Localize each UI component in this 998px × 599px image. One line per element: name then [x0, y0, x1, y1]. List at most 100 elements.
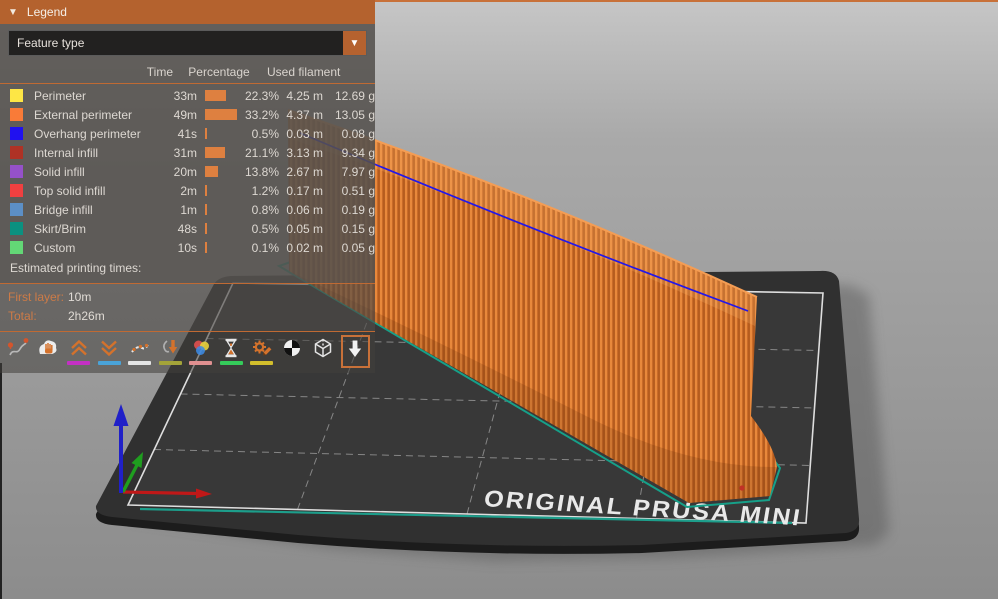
seams-icon[interactable]: [127, 336, 153, 365]
custom-gcodes-icon[interactable]: [249, 336, 275, 365]
feature-filament-weight: 9.34 g: [341, 145, 375, 160]
feature-filament-weight: 0.15 g: [341, 221, 375, 236]
feature-percent: 0.1%: [251, 240, 279, 255]
feature-filament-length: 4.25 m: [286, 88, 323, 103]
feature-color-swatch: [10, 222, 23, 235]
feature-color-swatch: [10, 165, 23, 178]
feature-percent: 0.5%: [251, 221, 279, 236]
feature-percent: 1.2%: [251, 183, 279, 198]
feature-percentage-bar: [205, 128, 239, 139]
legend-toolbar-section: [0, 332, 375, 373]
col-percentage: Percentage: [188, 64, 250, 79]
feature-time: 10s: [177, 240, 197, 255]
feature-percent: 22.3%: [244, 88, 279, 103]
center-of-gravity-icon[interactable]: [280, 336, 306, 365]
legend-panel: ▼ Legend Feature type ▼ Time Percentage …: [0, 0, 375, 373]
feature-percentage-bar: [205, 109, 239, 120]
shells-icon[interactable]: [310, 336, 336, 365]
feature-row: Top solid infill 2m 1.2% 0.17 m 0.51 g: [0, 181, 375, 200]
first-layer-value: 10m: [68, 289, 92, 304]
col-used-filament: Used filament: [267, 64, 341, 79]
feature-time: 49m: [173, 107, 197, 122]
feature-percentage-bar: [205, 185, 239, 196]
feature-filament-weight: 0.19 g: [341, 202, 375, 217]
total-label: Total:: [8, 308, 37, 323]
legend-body: Feature type ▼ Time Percentage Used fila…: [0, 24, 375, 284]
collapse-icon[interactable]: ▼: [8, 7, 18, 18]
feature-filament-length: 4.37 m: [286, 107, 323, 122]
feature-filament-length: 0.06 m: [286, 202, 323, 217]
estimated-times-heading: Estimated printing times:: [10, 261, 142, 275]
feature-label: External perimeter: [34, 107, 133, 122]
printing-times-section: First layer: 10m Total: 2h26m: [0, 284, 375, 332]
feature-color-swatch: [10, 241, 23, 254]
legend-toggle-icon[interactable]: [340, 335, 370, 368]
total-time-row: Total: 2h26m: [0, 306, 375, 325]
feature-percentage-bar: [205, 204, 239, 215]
feature-label: Skirt/Brim: [34, 221, 86, 236]
feature-label: Internal infill: [34, 145, 99, 160]
feature-filament-weight: 13.05 g: [334, 107, 375, 122]
first-layer-label: First layer:: [8, 289, 65, 304]
feature-label: Overhang perimeter: [34, 126, 141, 141]
feature-row: External perimeter 49m 33.2% 4.37 m 13.0…: [0, 105, 375, 124]
total-value: 2h26m: [68, 308, 105, 323]
feature-row: Internal infill 31m 21.1% 3.13 m 9.34 g: [0, 143, 375, 162]
feature-row: Solid infill 20m 13.8% 2.67 m 7.97 g: [0, 162, 375, 181]
feature-color-swatch: [10, 146, 23, 159]
feature-row: Bridge infill 1m 0.8% 0.06 m 0.19 g: [0, 200, 375, 219]
divider: [0, 83, 375, 84]
feature-row: Custom 10s 0.1% 0.02 m 0.05 g: [0, 238, 375, 257]
feature-row: Overhang perimeter 41s 0.5% 0.03 m 0.08 …: [0, 124, 375, 143]
first-layer-row: First layer: 10m: [0, 287, 375, 306]
travels-icon[interactable]: [5, 336, 31, 365]
dropdown-arrow-icon[interactable]: ▼: [343, 31, 366, 55]
tool-changes-icon[interactable]: [158, 336, 184, 365]
table-header: Time Percentage Used filament: [0, 62, 375, 81]
feature-color-swatch: [10, 203, 23, 216]
feature-percentage-bar: [205, 90, 239, 101]
feature-filament-length: 0.05 m: [286, 221, 323, 236]
feature-filament-length: 0.17 m: [286, 183, 323, 198]
pause-prints-icon[interactable]: [219, 336, 245, 365]
feature-label: Solid infill: [34, 164, 85, 179]
color-changes-icon[interactable]: [188, 336, 214, 365]
feature-filament-weight: 7.97 g: [341, 164, 375, 179]
feature-percent: 33.2%: [244, 107, 279, 122]
feature-percent: 13.8%: [244, 164, 279, 179]
feature-filament-weight: 0.05 g: [341, 240, 375, 255]
view-type-dropdown[interactable]: Feature type ▼: [8, 30, 367, 56]
col-time: Time: [146, 64, 173, 79]
feature-filament-weight: 12.69 g: [334, 88, 375, 103]
seam-dot: [739, 485, 745, 491]
deretractions-icon[interactable]: [97, 336, 123, 365]
feature-percent: 21.1%: [244, 145, 279, 160]
feature-color-swatch: [10, 89, 23, 102]
feature-color-swatch: [10, 127, 23, 140]
feature-row: Skirt/Brim 48s 0.5% 0.05 m 0.15 g: [0, 219, 375, 238]
legend-title: Legend: [26, 5, 67, 19]
feature-percent: 0.8%: [251, 202, 279, 217]
feature-time: 33m: [173, 88, 197, 103]
feature-percentage-bar: [205, 242, 239, 253]
feature-label: Bridge infill: [34, 202, 93, 217]
wipe-icon[interactable]: [36, 336, 62, 365]
feature-filament-length: 0.02 m: [286, 240, 323, 255]
feature-filament-length: 3.13 m: [286, 145, 323, 160]
feature-filament-weight: 0.51 g: [341, 183, 375, 198]
feature-percentage-bar: [205, 147, 239, 158]
feature-label: Top solid infill: [34, 183, 106, 198]
feature-filament-length: 2.67 m: [286, 164, 323, 179]
feature-row: Perimeter 33m 22.3% 4.25 m 12.69 g: [0, 86, 375, 105]
feature-color-swatch: [10, 184, 23, 197]
feature-percentage-bar: [205, 223, 239, 234]
feature-percentage-bar: [205, 166, 239, 177]
feature-time: 1m: [180, 202, 197, 217]
feature-time: 48s: [177, 221, 197, 236]
feature-color-swatch: [10, 108, 23, 121]
legend-header[interactable]: ▼ Legend: [0, 0, 375, 24]
feature-time: 31m: [173, 145, 197, 160]
feature-percent: 0.5%: [251, 126, 279, 141]
retractions-icon[interactable]: [66, 336, 92, 365]
feature-filament-weight: 0.08 g: [341, 126, 375, 141]
